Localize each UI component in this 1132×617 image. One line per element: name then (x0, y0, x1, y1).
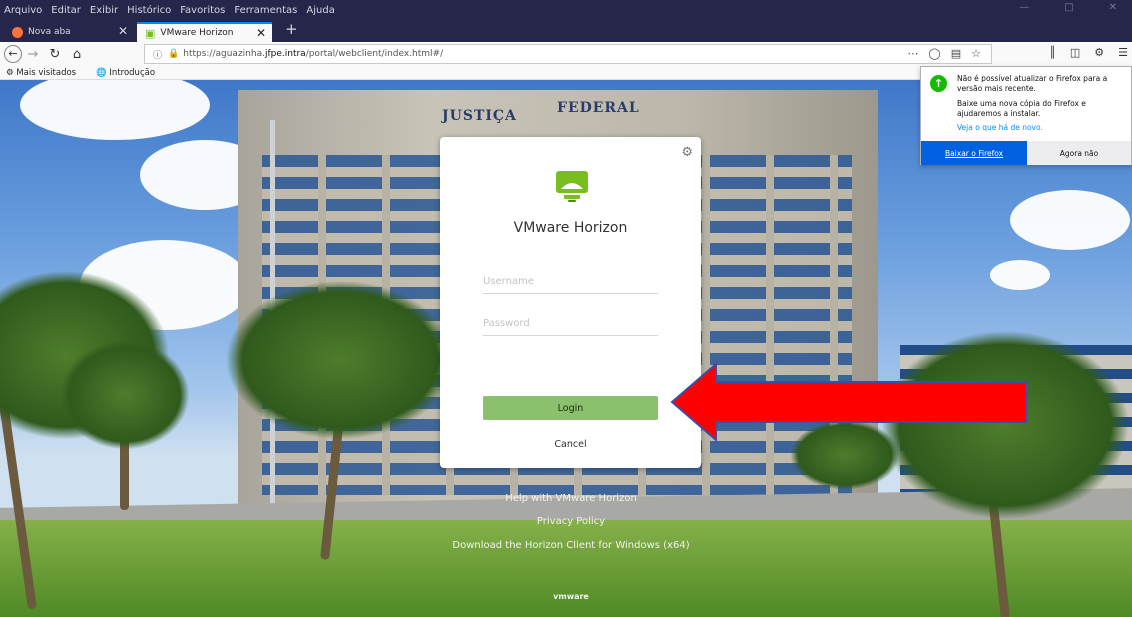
product-title: VMware Horizon (513, 220, 628, 236)
popup-title: Não é possível atualizar o Firefox para … (957, 74, 1108, 93)
close-window-icon[interactable]: ✕ (1109, 2, 1117, 13)
popup-body: Baixe uma nova cópia do Firefox e ajudar… (957, 99, 1086, 118)
toolbar-right: ║ ◫ ⚙ ☰ (1049, 46, 1128, 59)
address-bar[interactable]: ⓘ 🔒 https://aguazinha. jfpe.intra/portal/… (144, 44, 992, 64)
extension-icon[interactable]: ⚙ (1094, 46, 1104, 59)
url-domain: jfpe.intra (264, 49, 306, 59)
bookmark-label: Mais visitados (16, 67, 77, 78)
bookmark-mais-visitados[interactable]: ⚙ Mais visitados (6, 68, 86, 78)
settings-gear-icon[interactable]: ⚙ (681, 145, 693, 160)
building-sign: JUSTIÇA FEDERAL (442, 92, 652, 132)
menu-ferramentas[interactable]: Ferramentas (234, 5, 297, 16)
vmware-logo: vmware (553, 592, 589, 601)
cancel-button[interactable]: Cancel (483, 434, 658, 454)
cloud (20, 80, 210, 140)
tab-bar: Nova aba ✕ ▣ VMware Horizon ✕ (0, 20, 1132, 42)
info-icon[interactable]: ⓘ (153, 48, 162, 61)
sidebar-icon[interactable]: ◫ (1070, 46, 1080, 59)
cloud (990, 260, 1050, 290)
close-tab-icon[interactable]: ✕ (118, 24, 128, 38)
red-arrow-annotation (670, 362, 1027, 442)
tab-label: Nova aba (28, 27, 71, 37)
firefox-update-popup: ↑ Não é possível atualizar o Firefox par… (920, 66, 1132, 165)
pocket-icon[interactable]: ◯ (928, 47, 940, 60)
more-actions-icon[interactable]: ⋯ (907, 47, 918, 60)
library-icon[interactable]: ║ (1049, 46, 1056, 59)
bookmark-introducao[interactable]: 🌐 Introdução (96, 68, 165, 78)
cloud (1010, 190, 1130, 250)
minimize-icon[interactable]: — (1019, 2, 1029, 13)
tab-nova-aba[interactable]: Nova aba ✕ (4, 22, 134, 42)
lawn (0, 520, 1132, 617)
palm-leaves (225, 280, 455, 440)
whats-new-link[interactable]: Veja o que há de novo. (957, 123, 1043, 132)
sign-federal: FEDERAL (557, 100, 640, 116)
bookmark-star-icon[interactable]: ☆ (971, 47, 981, 60)
reload-icon[interactable]: ↻ (44, 47, 66, 62)
page-actions: ⋯ ◯ ▤ ☆ (907, 47, 981, 60)
privacy-policy-link[interactable]: Privacy Policy (0, 516, 1132, 527)
home-icon[interactable]: ⌂ (66, 47, 88, 62)
forward-arrow-icon[interactable]: → (22, 47, 44, 62)
new-tab-button[interactable]: + (285, 20, 298, 38)
login-button[interactable]: Login (483, 396, 658, 420)
palm-leaves (60, 340, 190, 450)
navigation-bar: ← → ↻ ⌂ ⓘ 🔒 https://aguazinha. jfpe.intra… (0, 42, 1132, 66)
menu-arquivo[interactable]: Arquivo (4, 5, 42, 16)
menu-exibir[interactable]: Exibir (90, 5, 118, 16)
url-prefix: https://aguazinha. (183, 49, 265, 59)
update-arrow-icon: ↑ (930, 75, 947, 92)
url-path: /portal/webclient/index.html#/ (305, 49, 444, 59)
vmware-horizon-logo-icon (556, 171, 588, 202)
close-tab-icon[interactable]: ✕ (256, 26, 266, 40)
help-link[interactable]: Help with VMware Horizon (0, 493, 1132, 504)
bookmark-label: Introdução (109, 67, 156, 78)
sign-justica: JUSTIÇA (442, 108, 517, 124)
menu-editar[interactable]: Editar (51, 5, 81, 16)
firefox-icon (12, 26, 23, 38)
menu-ajuda[interactable]: Ajuda (306, 5, 334, 16)
download-client-link[interactable]: Download the Horizon Client for Windows … (0, 540, 1132, 551)
download-firefox-button[interactable]: Baixar o Firefox (921, 141, 1027, 165)
not-now-button[interactable]: Agora não (1027, 141, 1131, 165)
maximize-icon[interactable]: □ (1064, 2, 1073, 13)
login-dialog: ⚙ VMware Horizon Login Cancel (440, 137, 701, 468)
menu-bar: Arquivo Editar Exibir Histórico Favorito… (0, 0, 1132, 20)
username-input[interactable] (483, 270, 658, 294)
reader-view-icon[interactable]: ▤ (951, 47, 961, 60)
password-input[interactable] (483, 312, 658, 336)
tab-vmware-horizon[interactable]: ▣ VMware Horizon ✕ (137, 22, 272, 42)
insecure-lock-icon[interactable]: 🔒 (168, 49, 179, 59)
vmware-favicon-icon: ▣ (145, 26, 156, 40)
hamburger-menu-icon[interactable]: ☰ (1118, 46, 1128, 59)
tab-label: VMware Horizon (160, 28, 234, 38)
window-controls: — □ ✕ (1019, 2, 1126, 13)
menu-historico[interactable]: Histórico (127, 5, 171, 16)
back-arrow-icon[interactable]: ← (4, 45, 22, 63)
menu-favoritos[interactable]: Favoritos (180, 5, 225, 16)
